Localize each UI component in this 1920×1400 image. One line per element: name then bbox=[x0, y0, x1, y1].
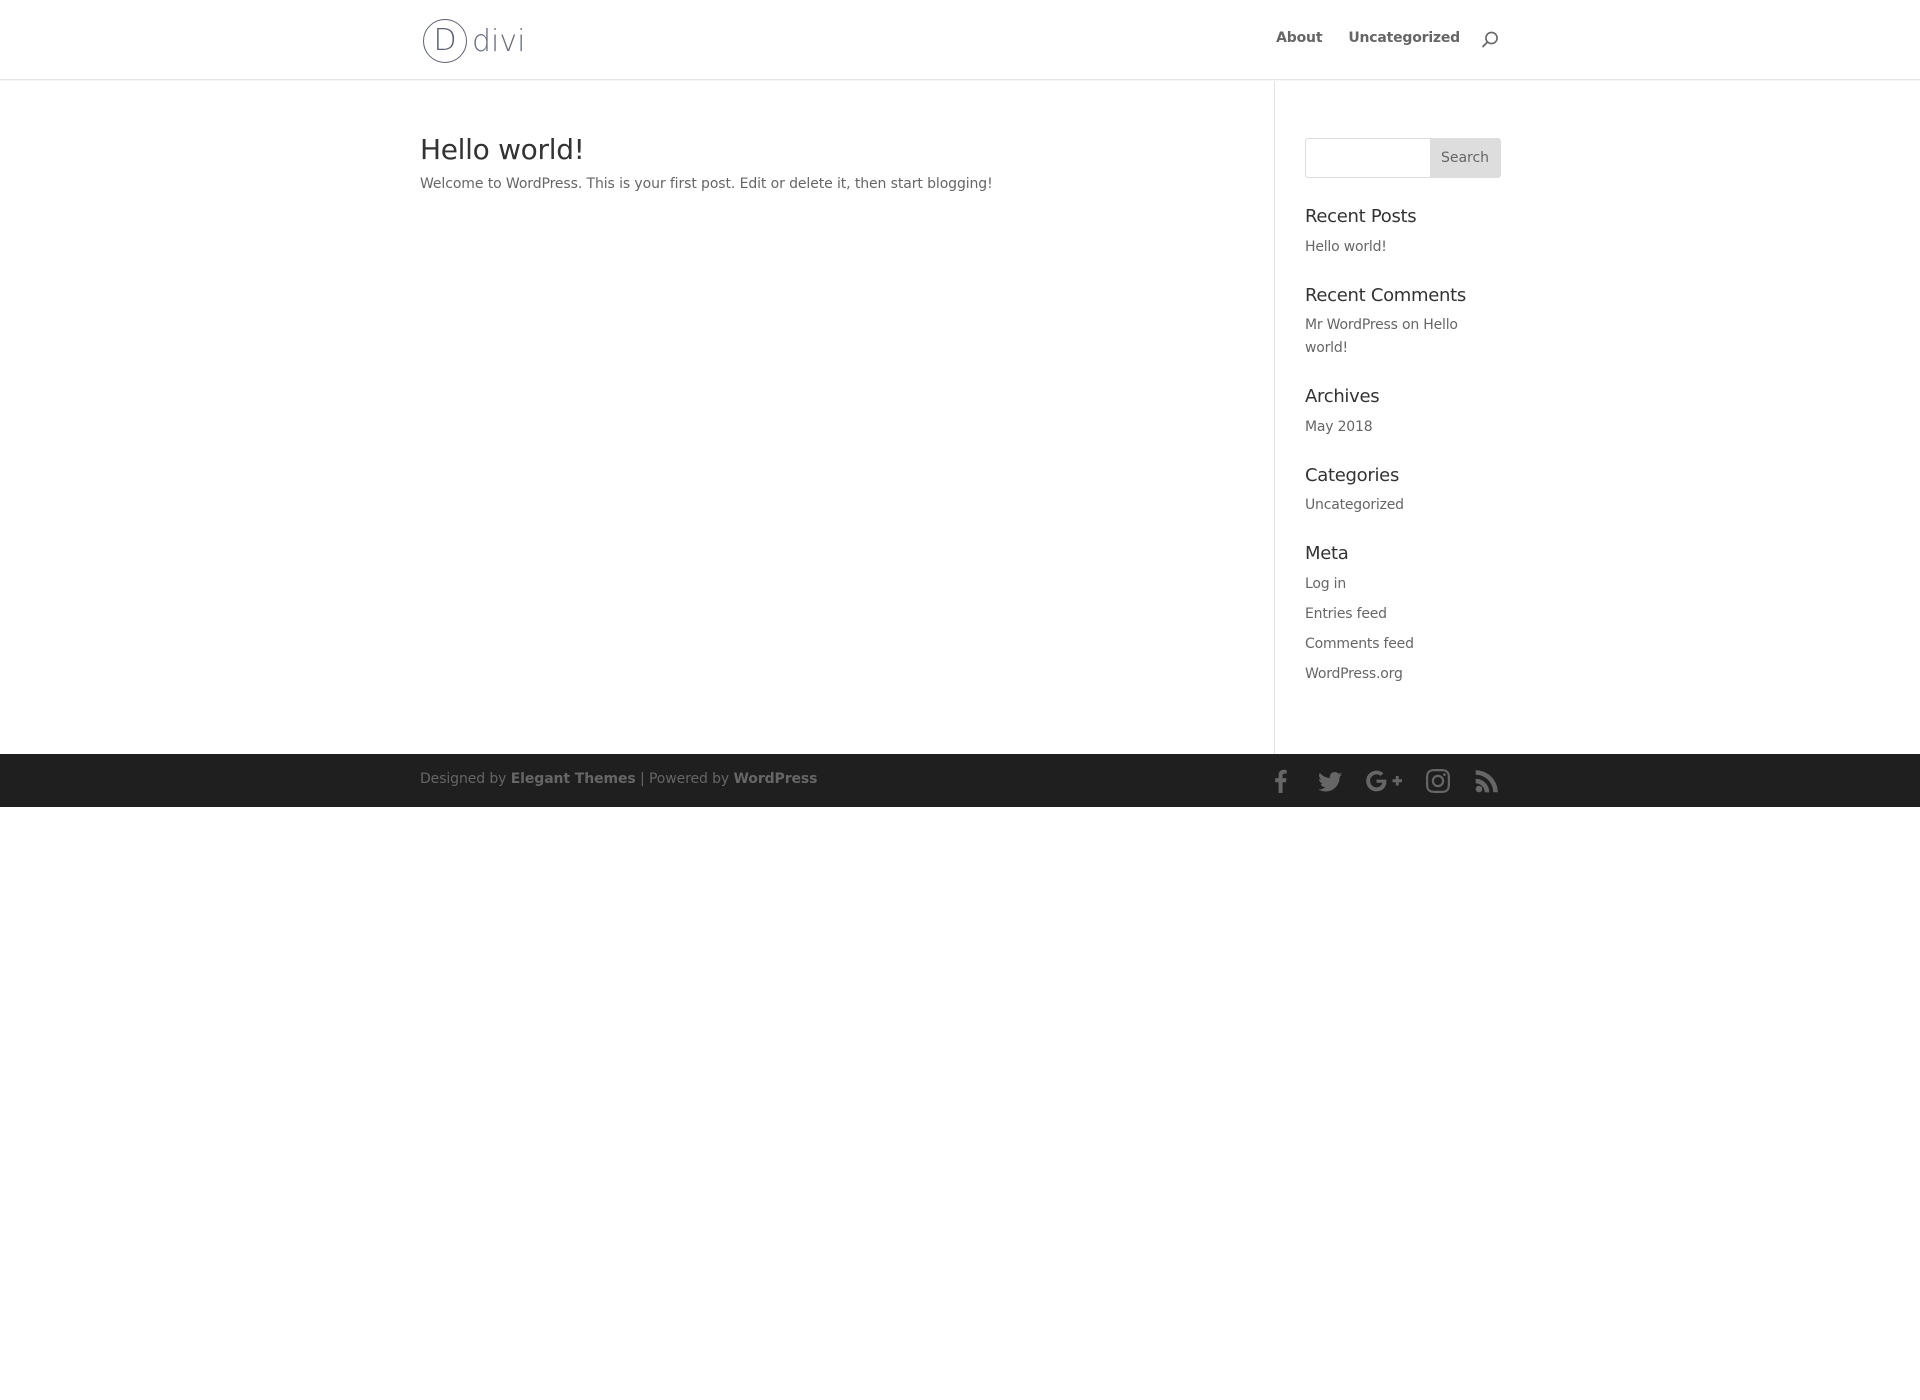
comment-author-link[interactable]: Mr WordPress bbox=[1305, 317, 1398, 333]
widget-title: Recent Comments bbox=[1305, 284, 1466, 306]
twitter-icon[interactable] bbox=[1315, 766, 1345, 796]
site-footer: Designed by Elegant Themes | Powered by … bbox=[0, 754, 1920, 807]
logo-text: divi bbox=[472, 24, 526, 59]
list-item: Mr WordPress on Hello world! bbox=[1305, 314, 1501, 360]
post-excerpt: Welcome to WordPress. This is your first… bbox=[420, 175, 993, 192]
facebook-icon[interactable] bbox=[1266, 766, 1296, 796]
archive-link[interactable]: May 2018 bbox=[1305, 419, 1373, 435]
powered-by-text: Powered by bbox=[648, 771, 730, 787]
category-link[interactable]: Uncategorized bbox=[1305, 497, 1404, 513]
list-item: WordPress.org bbox=[1305, 663, 1501, 686]
meta-login-link[interactable]: Log in bbox=[1305, 576, 1346, 592]
list-item: Comments feed bbox=[1305, 633, 1501, 656]
meta-entries-feed-link[interactable]: Entries feed bbox=[1305, 606, 1387, 622]
widget-title: Meta bbox=[1305, 543, 1349, 565]
social-icons bbox=[1266, 766, 1502, 796]
widget-title: Archives bbox=[1305, 386, 1380, 408]
post-title: Hello world! bbox=[420, 133, 1240, 167]
logo-mark: D bbox=[423, 19, 467, 63]
widget-recent-posts: Recent Posts Hello world! bbox=[1305, 206, 1501, 259]
widget-title: Recent Posts bbox=[1305, 206, 1417, 227]
search-icon[interactable] bbox=[1480, 30, 1500, 50]
site-header: D divi About Uncategorized bbox=[0, 0, 1920, 80]
main-content: Hello world! Welcome to WordPress. This … bbox=[0, 81, 1920, 754]
list-item: Uncategorized bbox=[1305, 494, 1501, 517]
google-plus-icon[interactable] bbox=[1364, 766, 1404, 796]
wordpress-link[interactable]: WordPress bbox=[733, 771, 817, 787]
post: Hello world! Welcome to WordPress. This … bbox=[420, 133, 1240, 194]
rss-icon[interactable] bbox=[1472, 766, 1502, 796]
widget-title: Categories bbox=[1305, 464, 1400, 486]
sidebar-divider bbox=[1274, 81, 1275, 754]
list-item: Hello world! bbox=[1305, 236, 1501, 259]
top-navigation: About Uncategorized bbox=[1276, 30, 1460, 46]
sidebar-search-input[interactable] bbox=[1305, 138, 1430, 178]
post-title-link[interactable]: Hello world! bbox=[420, 133, 585, 166]
instagram-icon[interactable] bbox=[1423, 766, 1453, 796]
elegant-themes-link[interactable]: Elegant Themes bbox=[511, 771, 636, 787]
sidebar: Search Recent Posts Hello world! Recent … bbox=[1305, 138, 1501, 686]
designed-by-text: Designed by bbox=[420, 771, 507, 787]
widget-categories: Categories Uncategorized bbox=[1305, 465, 1501, 518]
sidebar-search-button[interactable]: Search bbox=[1430, 138, 1501, 178]
widget-recent-comments: Recent Comments Mr WordPress on Hello wo… bbox=[1305, 285, 1501, 361]
list-item: Log in bbox=[1305, 573, 1501, 596]
site-logo[interactable]: D divi bbox=[423, 19, 525, 63]
footer-credits: Designed by Elegant Themes | Powered by … bbox=[420, 771, 817, 787]
footer-separator: | bbox=[639, 771, 645, 787]
list-item: May 2018 bbox=[1305, 416, 1501, 439]
sidebar-search-form: Search bbox=[1305, 138, 1501, 178]
nav-about[interactable]: About bbox=[1276, 30, 1322, 46]
meta-wordpress-org-link[interactable]: WordPress.org bbox=[1305, 666, 1403, 682]
list-item: Entries feed bbox=[1305, 603, 1501, 626]
nav-uncategorized[interactable]: Uncategorized bbox=[1348, 30, 1460, 46]
recent-post-link[interactable]: Hello world! bbox=[1305, 239, 1387, 255]
widget-meta: Meta Log in Entries feed Comments feed W… bbox=[1305, 543, 1501, 686]
comment-on-text: on bbox=[1401, 317, 1420, 334]
meta-comments-feed-link[interactable]: Comments feed bbox=[1305, 636, 1414, 652]
widget-archives: Archives May 2018 bbox=[1305, 386, 1501, 439]
